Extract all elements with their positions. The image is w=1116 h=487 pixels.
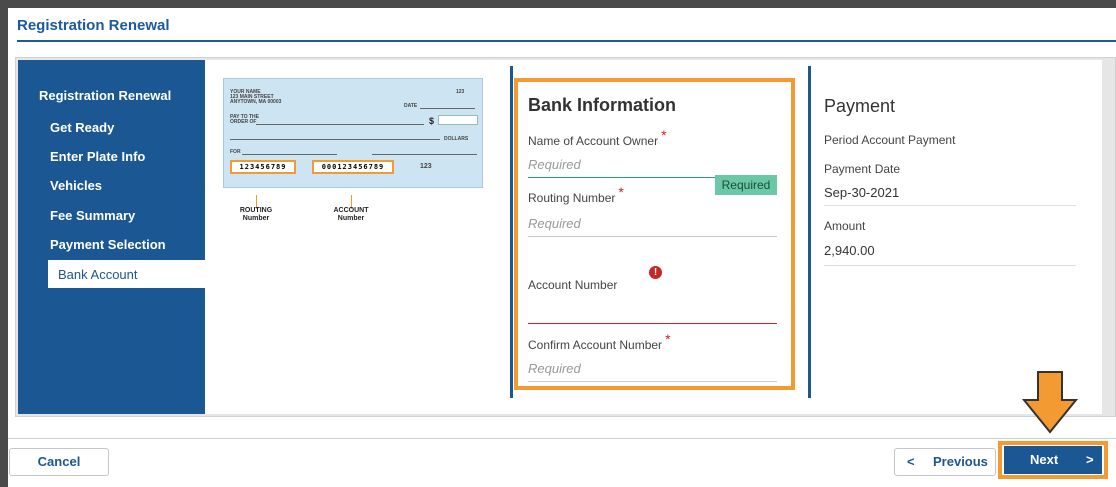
- routing-number-input[interactable]: Required: [528, 216, 581, 231]
- payment-date-value: Sep-30-2021: [824, 185, 900, 200]
- title-bar: Registration Renewal: [8, 8, 1116, 48]
- signature-line: [372, 154, 477, 155]
- required-tooltip: Required: [715, 175, 777, 195]
- error-icon: !: [649, 266, 662, 279]
- previous-button[interactable]: < Previous: [894, 448, 996, 476]
- amount-box: [438, 115, 478, 125]
- sample-check-image: YOUR NAME 123 MAIN STREET ANYTOWN, MA 00…: [223, 78, 483, 188]
- required-asterisk: *: [618, 184, 624, 200]
- payment-date-divider: [824, 205, 1076, 206]
- next-button-label: Next: [1030, 452, 1059, 467]
- cancel-button[interactable]: Cancel: [9, 448, 109, 476]
- sidebar: Registration Renewal Get Ready Enter Pla…: [18, 60, 205, 414]
- check-dollar-sign: $: [429, 116, 435, 126]
- check-digits: 123: [420, 163, 432, 170]
- check-number: 123: [456, 89, 465, 95]
- chevron-left-icon: <: [907, 454, 915, 469]
- amount-label: Amount: [824, 219, 866, 233]
- arrow-down-icon: [1022, 371, 1078, 434]
- check-city: ANYTOWN, MA 00003: [230, 99, 282, 105]
- routing-number-label: Routing Number *: [528, 184, 624, 205]
- sidebar-item-enter-plate-info[interactable]: Enter Plate Info: [50, 149, 145, 164]
- routing-label-line2: Number: [242, 215, 270, 222]
- page-title: Registration Renewal: [17, 17, 170, 34]
- confirm-account-number-underline: [528, 381, 777, 382]
- title-divider: [17, 40, 1116, 42]
- check-date-label: DATE: [404, 103, 418, 109]
- sidebar-item-get-ready[interactable]: Get Ready: [50, 120, 114, 135]
- account-owner-label: Name of Account Owner *: [528, 127, 667, 148]
- amount-divider: [824, 265, 1076, 266]
- footer-divider: [8, 438, 1116, 439]
- routing-number-underline: [528, 236, 777, 237]
- memo-line: [242, 154, 337, 155]
- sidebar-item-vehicles[interactable]: Vehicles: [50, 178, 102, 193]
- next-button[interactable]: Next >: [1004, 446, 1102, 474]
- dollars-line: [230, 139, 440, 140]
- sidebar-item-label: Bank Account: [58, 267, 138, 282]
- account-label: ACCOUNT Number: [328, 207, 374, 223]
- account-owner-input[interactable]: Required: [528, 157, 581, 172]
- account-number-box: 000123456789: [312, 160, 394, 174]
- account-number-label: Account Number: [528, 278, 618, 292]
- check-for-label: FOR: [230, 149, 241, 155]
- required-asterisk: *: [665, 331, 671, 347]
- bank-information-title: Bank Information: [528, 95, 677, 115]
- routing-label-line1: ROUTING: [239, 207, 273, 214]
- required-asterisk: *: [661, 127, 667, 143]
- sidebar-heading[interactable]: Registration Renewal: [39, 88, 171, 103]
- routing-label: ROUTING Number: [236, 207, 276, 223]
- confirm-account-number-label: Confirm Account Number *: [528, 331, 671, 352]
- sidebar-item-payment-selection[interactable]: Payment Selection: [50, 237, 166, 252]
- date-line: [420, 108, 475, 109]
- payment-date-label: Payment Date: [824, 162, 901, 176]
- account-label-line2: Number: [337, 215, 365, 222]
- amount-value: 2,940.00: [824, 243, 875, 258]
- period-account-payment-label: Period Account Payment: [824, 133, 956, 147]
- confirm-account-number-input[interactable]: Required: [528, 361, 581, 376]
- sidebar-item-bank-account[interactable]: Bank Account: [48, 260, 205, 288]
- payment-title: Payment: [824, 96, 896, 116]
- previous-button-label: Previous: [933, 454, 988, 469]
- sidebar-item-fee-summary[interactable]: Fee Summary: [50, 208, 135, 223]
- check-order-of: ORDER OF: [230, 119, 257, 125]
- account-number-input[interactable]: [528, 323, 777, 324]
- account-label-line1: ACCOUNT: [333, 207, 369, 214]
- payee-line: [256, 124, 424, 125]
- routing-number-box: 123456789: [230, 160, 296, 174]
- check-dollars: DOLLARS: [444, 136, 469, 142]
- chevron-right-icon: >: [1086, 452, 1094, 467]
